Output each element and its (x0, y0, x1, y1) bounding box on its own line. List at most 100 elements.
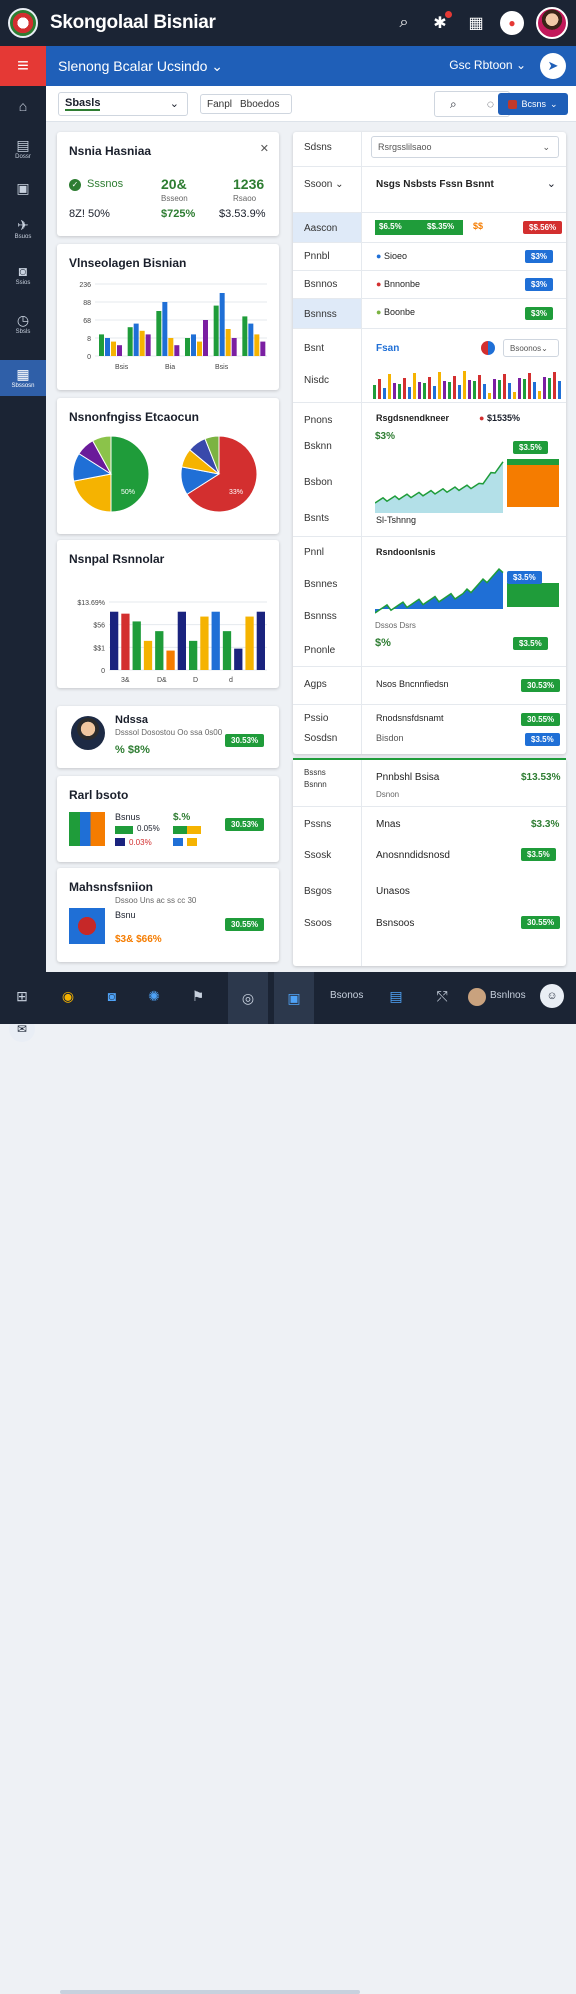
user-icon[interactable]: ☺ (540, 984, 564, 1008)
y-tick-label: 68 (83, 318, 91, 325)
action-button[interactable]: Bcsns ⌄ (498, 93, 568, 115)
management-card: Mahsnsfsniion Bsnu Dssoo Uns ac ss cc 30… (57, 868, 279, 962)
bar (473, 381, 476, 399)
bar (448, 382, 451, 399)
avatar[interactable] (468, 988, 486, 1006)
area-chart (375, 459, 559, 513)
bar (174, 345, 180, 356)
bar (200, 616, 209, 670)
bar (242, 316, 248, 356)
bar (156, 311, 162, 356)
x-tick-label: D& (157, 677, 167, 684)
share-icon[interactable]: ⤲ (430, 984, 454, 1008)
filter-buttons[interactable]: Fanpl Bboedos (200, 94, 292, 114)
bar (260, 341, 266, 356)
chrome-icon[interactable]: ◉ (56, 984, 80, 1008)
thumbnail (69, 812, 105, 846)
bar (388, 374, 391, 399)
search-icon[interactable]: ⌕ (450, 97, 457, 112)
chevron-down-icon: ⌄ (542, 141, 550, 152)
bar (498, 380, 501, 399)
flag-icon[interactable]: ⚑ (186, 984, 210, 1008)
bar (127, 327, 133, 356)
sidebar-item-dashboard[interactable]: ▦ Sbssosn (0, 360, 46, 396)
bar (548, 378, 551, 399)
view-dropdown[interactable]: Gsc Rbtoon ⌄ (449, 58, 526, 72)
image-icon: ▣ (16, 180, 30, 196)
bar (553, 372, 556, 399)
image-icon[interactable]: ▤ (384, 984, 408, 1008)
windows-icon[interactable]: ⊞ (10, 984, 34, 1008)
bar (117, 345, 122, 356)
settings-icon[interactable]: ✺ (142, 984, 166, 1008)
calendar-icon[interactable]: ▦ (464, 11, 488, 35)
close-icon[interactable]: ✕ (260, 142, 269, 155)
x-tick-label: d (229, 677, 233, 684)
profile-card: Ndssa Dsssol Dosostou Oo ssa 0s00 % $8% … (57, 706, 279, 768)
camera-icon[interactable]: ◙ (100, 984, 124, 1008)
sidebar-item-history[interactable]: ◷ Sbsls (0, 306, 46, 342)
bar (468, 380, 471, 399)
home-icon: ⌂ (18, 98, 28, 114)
bar (518, 378, 521, 399)
bar (558, 381, 561, 399)
globe-icon[interactable]: ◎ (228, 972, 268, 1024)
avatar[interactable] (536, 7, 568, 39)
bar (483, 384, 486, 399)
sidebar-item-documents[interactable]: ▤ Dossr (0, 131, 46, 167)
search-icon[interactable]: ⌕ (392, 11, 416, 35)
pie-label: 50% (121, 489, 135, 496)
sidebar-item-images[interactable]: ▣ (0, 170, 46, 206)
bar (256, 611, 265, 670)
y-tick-label: $$1 (93, 645, 105, 652)
alert-icon[interactable]: ● (500, 11, 524, 35)
status-select[interactable]: Sbasls ⌄ (58, 92, 188, 116)
pie-chart-card: Nsnonfngiss Etcaocun 50% 33% (57, 398, 279, 534)
status-badge: 30.53% (225, 734, 265, 747)
window-icon[interactable]: ▣ (274, 972, 314, 1024)
status-badge: 30.55% (225, 918, 265, 931)
bar (488, 393, 491, 399)
range-button[interactable]: Bsoonos ⌄ (503, 339, 559, 357)
detail-panel-2: Bssns Bsnnn Pnnbshl Bsisa $13.53% Dsnon … (293, 758, 566, 966)
bar (507, 465, 559, 507)
sidebar-item-messages[interactable]: ◙ Ssios (0, 257, 46, 293)
column-chart-card: Nsnpal Rsnnolar $13.69% $56 $$1 0 3& D& Dd (57, 540, 279, 688)
mini-bar-chart (373, 371, 561, 399)
scrollbar[interactable] (60, 1990, 360, 1994)
sidebar-item-launch[interactable]: ✈ Bsuos (0, 211, 46, 247)
avatar[interactable] (71, 716, 105, 750)
y-tick-label: $56 (93, 623, 105, 630)
bar (507, 583, 559, 607)
pie-label: 33% (229, 489, 243, 496)
bar (507, 459, 559, 465)
bar (162, 302, 168, 356)
chevron-down-icon[interactable]: ⌄ (547, 177, 556, 190)
refresh-icon[interactable]: ◌ (487, 97, 494, 111)
bar (513, 392, 516, 399)
app-logo (8, 8, 38, 38)
pie-charts: 50% 33% (72, 435, 258, 513)
workspace-title[interactable]: Slenong Bcalar Ucsindo ⌄ (58, 58, 223, 75)
bar (523, 379, 526, 399)
bar (155, 631, 164, 670)
bar-chart: 236 88 68 8 0 Bsis Bia Bsis (79, 282, 267, 371)
portfolio-card: Rarl bsoto Bsnus $.% 0.05% 0.03% 30.53% (57, 776, 279, 862)
taskbar: ⊞ ◉ ◙ ✺ ⚑ ◎ ▣ Bsonos ▤ ⤲ Bsnlnos ☺ (0, 972, 576, 1994)
bar (418, 382, 421, 399)
x-tick-label: 3& (121, 677, 130, 684)
thumbnail (69, 908, 105, 944)
clock-icon: ◷ (16, 312, 30, 328)
bar (139, 330, 145, 356)
document-icon: ▤ (16, 137, 30, 153)
filter-select[interactable]: Rsrgsslilsaoo ⌄ (371, 136, 559, 158)
bar (111, 341, 116, 356)
bar (543, 377, 546, 399)
filter-bar: Sbasls ⌄ Fanpl Bboedos ⌕ ◌ Bcsns ⌄ (46, 86, 576, 122)
notification-icon[interactable]: ✱ (428, 11, 452, 35)
menu-icon[interactable]: ≡ (0, 46, 46, 86)
card-title: Nsnia Hasniaa (69, 144, 152, 158)
compass-icon[interactable]: ➤ (540, 53, 566, 79)
bar (408, 387, 411, 399)
sidebar-item-home[interactable]: ⌂ (0, 88, 46, 124)
